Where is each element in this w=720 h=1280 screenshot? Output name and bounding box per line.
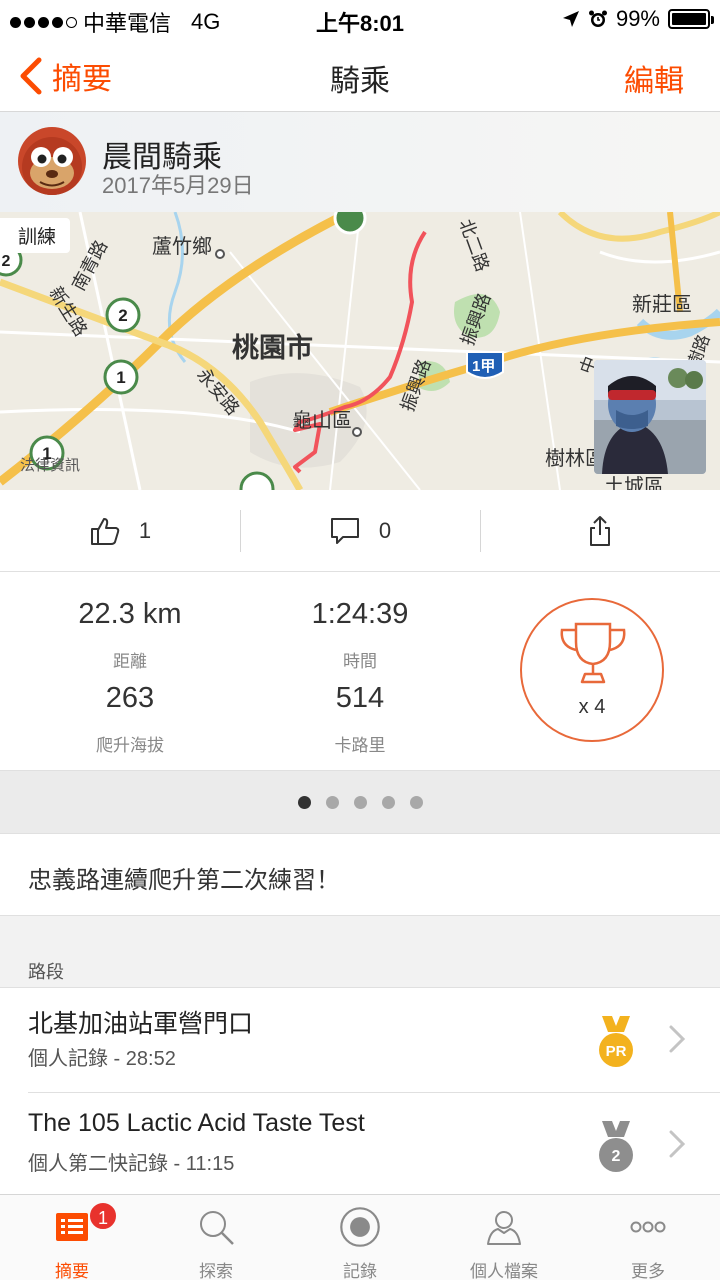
- page-dot[interactable]: [325, 795, 339, 809]
- profile-icon: [487, 1211, 521, 1245]
- chevron-right-icon: [669, 1130, 686, 1158]
- achievements-count: x 4: [578, 696, 606, 718]
- segment-result: 個人第二快記錄 - 11:15: [28, 1153, 235, 1175]
- social-actions-row: 1 0: [0, 490, 720, 572]
- segment-row[interactable]: The 105 Lactic Acid Taste Test 個人第二快記錄 -…: [0, 1093, 720, 1197]
- battery-percent: 99%: [615, 6, 660, 31]
- tab-more[interactable]: 更多: [576, 1195, 720, 1280]
- location-arrow-icon: [562, 11, 579, 27]
- map-marker-label: 2: [2, 253, 11, 270]
- activity-date: 2017年5月29日: [102, 173, 254, 198]
- edit-button[interactable]: 編輯: [624, 56, 684, 100]
- avatar[interactable]: [18, 127, 86, 195]
- tab-bar: 1 摘要 探索 記錄 個人檔案 更多: [0, 1194, 720, 1280]
- tab-label: 記錄: [343, 1262, 377, 1280]
- medal-label: 2: [612, 1148, 621, 1165]
- segment-result: 個人記錄 - 28:52: [28, 1048, 176, 1070]
- time-value: 1:24:39: [311, 598, 409, 630]
- achievements-badge[interactable]: x 4: [520, 598, 664, 742]
- share-button[interactable]: [480, 490, 720, 572]
- segment-row[interactable]: 北基加油站軍營門口 個人記錄 - 28:52 PR: [0, 988, 720, 1092]
- record-icon: [340, 1207, 380, 1247]
- map-label-guishan: 龜山區: [292, 410, 352, 432]
- distance-stat: 22.3 km 距離: [10, 598, 250, 672]
- route-map[interactable]: 2 2 1 1 蘆竹鄉 桃園市 龜山區 新莊區 樹林區 土城區 南青路 新生路 …: [0, 212, 720, 490]
- time-stat: 1:24:39 時間: [240, 598, 480, 672]
- distance-value: 22.3 km: [78, 598, 182, 630]
- elevation-stat: 263 爬升海拔: [10, 682, 250, 756]
- tab-record[interactable]: 記錄: [288, 1195, 432, 1280]
- calories-value: 514: [335, 682, 385, 714]
- alarm-clock-icon: [588, 10, 607, 27]
- segments-section-header: 路段: [0, 916, 720, 988]
- navigation-bar: 摘要 騎乘 編輯: [0, 36, 720, 112]
- silver-medal-icon: 2: [599, 1121, 633, 1172]
- calories-label: 卡路里: [334, 736, 386, 755]
- page-dot[interactable]: [409, 795, 423, 809]
- map-marker-label: 2: [118, 306, 127, 325]
- highway-marker-icon: 1: [103, 359, 139, 395]
- comment-button[interactable]: 0: [240, 490, 480, 572]
- trophy-icon: [560, 622, 626, 684]
- tab-label: 更多: [631, 1262, 665, 1280]
- chevron-right-icon: [669, 1025, 686, 1053]
- map-label-xinzhuang: 新莊區: [632, 294, 692, 316]
- kudos-count: 1: [138, 518, 152, 543]
- page-title: 騎乘: [330, 65, 390, 98]
- time-label: 時間: [343, 652, 377, 671]
- tab-label: 探索: [199, 1262, 233, 1280]
- tab-label: 摘要: [55, 1262, 89, 1280]
- map-label-route-1a: 1甲: [472, 358, 496, 375]
- calories-stat: 514 卡路里: [240, 682, 480, 756]
- segment-name: The 105 Lactic Acid Taste Test: [28, 1109, 365, 1137]
- kudos-button[interactable]: 1: [0, 490, 240, 572]
- page-dot[interactable]: [353, 795, 367, 809]
- segments-header-label: 路段: [28, 962, 64, 982]
- map-marker-label: 1: [116, 368, 125, 387]
- tab-profile[interactable]: 個人檔案: [432, 1195, 576, 1280]
- distance-label: 距離: [113, 652, 147, 671]
- highway-marker-icon: [239, 471, 275, 490]
- tab-explore[interactable]: 探索: [144, 1195, 288, 1280]
- elevation-value: 263: [105, 682, 155, 714]
- legal-link[interactable]: 法律資訊: [20, 454, 80, 475]
- comment-bubble-icon: [330, 518, 359, 544]
- notification-badge: 1: [88, 1201, 118, 1231]
- comment-count: 0: [378, 518, 392, 543]
- activity-photo-thumbnail[interactable]: [594, 360, 706, 474]
- tab-label: 個人檔案: [470, 1262, 538, 1280]
- map-label-luzhu: 蘆竹鄉: [152, 236, 212, 258]
- share-icon: [590, 516, 610, 546]
- page-dot[interactable]: [381, 795, 395, 809]
- activity-header[interactable]: 晨間騎乘 2017年5月29日: [0, 112, 720, 212]
- highway-marker-icon: 2: [105, 297, 141, 333]
- map-label-taoyuan: 桃園市: [232, 333, 313, 363]
- segment-name: 北基加油站軍營門口: [28, 1010, 254, 1038]
- tab-feed[interactable]: 1 摘要: [0, 1195, 144, 1280]
- medal-label: PR: [606, 1043, 627, 1060]
- status-bar: 中華電信 4G 上午8:01 99%: [0, 0, 720, 36]
- search-icon: [200, 1211, 234, 1245]
- highway-marker-icon: [333, 212, 367, 235]
- battery-icon: [668, 9, 714, 29]
- activity-type-tag: 訓練: [0, 218, 71, 253]
- more-icon: [630, 1221, 666, 1233]
- pr-medal-icon: PR: [599, 1016, 633, 1067]
- elevation-label: 爬升海拔: [96, 736, 164, 755]
- activity-description: 忠義路連續爬升第二次練習！: [0, 834, 720, 916]
- activity-stats[interactable]: 22.3 km 距離 1:24:39 時間 263 爬升海拔 514 卡路里 x…: [0, 572, 720, 770]
- stats-page-indicator[interactable]: [0, 770, 720, 834]
- page-dot-active[interactable]: [297, 795, 311, 809]
- feed-icon: [56, 1213, 88, 1241]
- thumbs-up-icon: [90, 518, 120, 545]
